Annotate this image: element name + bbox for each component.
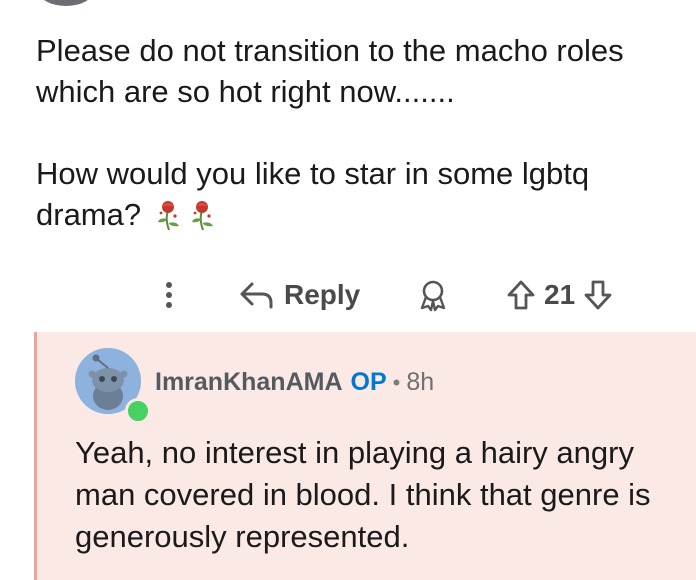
- downvote-arrow-icon: [584, 280, 612, 310]
- upvote-arrow-icon: [507, 280, 535, 310]
- op-badge: OP: [350, 368, 387, 396]
- username[interactable]: ImranKhanAMA: [155, 368, 343, 397]
- reply-body: Yeah, no interest in playing a hairy ang…: [75, 435, 651, 554]
- reply-meta: ImranKhanAMA OP • 8h: [155, 368, 434, 397]
- upvote-button[interactable]: [506, 279, 536, 311]
- reply-comment: ImranKhanAMA OP • 8h Yeah, no interest i…: [34, 332, 696, 580]
- comment-body: Please do not transition to the macho ro…: [36, 30, 656, 235]
- timestamp: 8h: [406, 368, 435, 396]
- vote-count: 21: [544, 279, 576, 310]
- previous-avatar[interactable]: [38, 0, 94, 6]
- comment-paragraph: How would you like to star in some lgbtq…: [36, 156, 590, 232]
- comment-paragraph: Please do not transition to the macho ro…: [36, 33, 624, 109]
- vote-controls: 21: [506, 272, 613, 318]
- more-options-button[interactable]: [158, 272, 180, 318]
- award-icon: [420, 280, 446, 312]
- downvote-button[interactable]: [583, 279, 613, 311]
- online-status-indicator: [125, 398, 151, 424]
- reply-arrow-icon: [240, 282, 273, 309]
- more-vertical-icon: [166, 282, 172, 308]
- separator-dot: •: [392, 369, 401, 395]
- comment-actions: Reply 21: [0, 272, 696, 318]
- award-button[interactable]: [416, 272, 450, 318]
- reply-label: Reply: [284, 279, 361, 310]
- wilted-rose-emoji: [157, 201, 179, 231]
- reply-button[interactable]: Reply: [238, 272, 360, 318]
- wilted-rose-emoji: [191, 201, 213, 231]
